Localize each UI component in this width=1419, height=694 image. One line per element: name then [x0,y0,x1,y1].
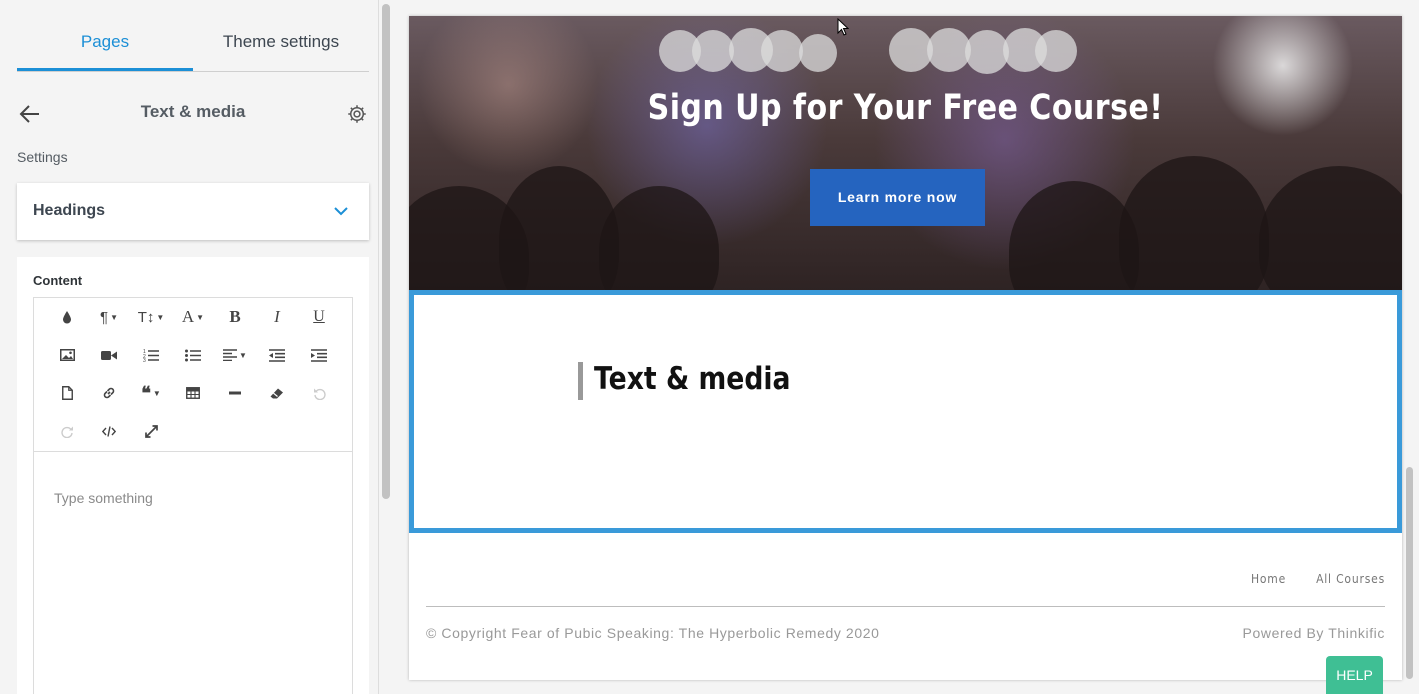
section-title: Text & media [140,102,246,121]
chevron-down-icon [334,207,348,216]
underline-icon[interactable]: U [300,302,338,332]
insert-image-icon[interactable] [48,340,86,370]
heading-accent-bar [578,362,583,400]
bold-icon[interactable]: B [216,302,254,332]
banner-section[interactable]: Sign Up for Your Free Course! Learn more… [409,16,1402,291]
paragraph-format-icon[interactable]: ¶ ▼ [90,302,128,332]
text-media-section[interactable]: Text & media [409,290,1402,533]
content-label: Content [33,273,83,288]
footer-divider [426,606,1385,607]
footer-copyright: © Copyright Fear of Pubic Speaking: The … [426,625,880,641]
gear-icon[interactable] [347,104,367,124]
section-header: Text & media [17,96,369,132]
insert-table-icon[interactable] [174,378,212,408]
insert-file-icon[interactable] [48,378,86,408]
insert-link-icon[interactable] [90,378,128,408]
editor-toolbar: ¶ ▼ T↕ ▼ A ▼ B I U 123 ▼ ❝ ▼ [34,298,352,452]
banner-title: Sign Up for Your Free Course! [647,88,1164,128]
rich-text-editor: ¶ ▼ T↕ ▼ A ▼ B I U 123 ▼ ❝ ▼ Type someth… [33,297,353,694]
redo-icon[interactable] [48,416,86,446]
mouse-cursor-icon [837,18,849,36]
horizontal-line-icon[interactable] [216,378,254,408]
bokeh-light [692,30,734,72]
font-family-icon[interactable]: A ▼ [174,302,212,332]
tab-pages[interactable]: Pages [17,18,193,71]
ordered-list-icon[interactable]: 123 [132,340,170,370]
italic-icon[interactable]: I [258,302,296,332]
powered-by-text: Powered By Thinkific [1242,625,1385,641]
font-size-icon[interactable]: T↕ ▼ [132,302,170,332]
sidebar-scrollbar-thumb[interactable] [382,4,390,499]
fullscreen-icon[interactable] [132,416,170,446]
quote-icon[interactable]: ❝ ▼ [132,378,170,408]
crowd-silhouette [1259,166,1402,291]
crowd-silhouette [1119,156,1269,291]
crowd-silhouette [599,186,719,291]
color-icon[interactable] [48,302,86,332]
outdent-icon[interactable] [258,340,296,370]
sidebar-tabs: Pages Theme settings [17,18,369,72]
undo-icon[interactable] [300,378,338,408]
clear-formatting-icon[interactable] [258,378,296,408]
help-button[interactable]: HELP [1326,656,1383,694]
bokeh-light [761,30,803,72]
editor-sidebar: Pages Theme settings Text & media Settin… [0,0,392,694]
bokeh-light [799,34,837,72]
unordered-list-icon[interactable] [174,340,212,370]
footer-link-home[interactable]: Home [1251,572,1286,586]
page-preview: Sign Up for Your Free Course! Learn more… [409,16,1402,680]
indent-icon[interactable] [300,340,338,370]
headings-label: Headings [33,202,106,219]
svg-text:3: 3 [143,358,146,362]
tab-theme-settings[interactable]: Theme settings [193,18,369,71]
learn-more-button[interactable]: Learn more now [810,169,985,226]
footer-link-all-courses[interactable]: All Courses [1316,572,1385,586]
insert-video-icon[interactable] [90,340,128,370]
settings-label: Settings [17,149,68,165]
preview-scrollbar-thumb[interactable] [1406,467,1413,679]
footer-nav: Home All Courses [1251,572,1385,586]
code-view-icon[interactable] [90,416,128,446]
editor-placeholder: Type something [54,490,153,506]
content-panel: Content ¶ ▼ T↕ ▼ A ▼ B I U 123 ▼ ❝ ▼ Typ… [17,257,369,694]
editor-content-area[interactable]: Type something [34,452,352,694]
bokeh-light [1035,30,1077,72]
headings-dropdown[interactable]: Headings [17,183,369,240]
align-icon[interactable]: ▼ [216,340,254,370]
text-media-heading: Text & media [594,361,791,397]
